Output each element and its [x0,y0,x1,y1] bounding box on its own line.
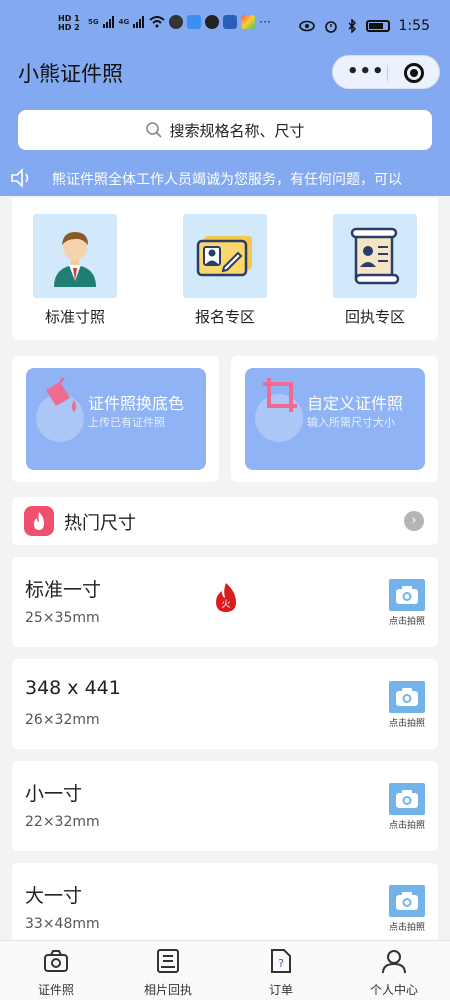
status-icons: 5G 4G ··· [88,15,271,29]
camera-icon [389,885,425,917]
category-registration[interactable]: 报名专区 [183,214,267,327]
more-dots-icon[interactable]: ••• [347,63,385,81]
camera-icon [16,947,96,975]
feature-title: 证件照换底色 [88,394,185,413]
status-bar: HD 1 HD 2 5G 4G ··· 1:55 [0,0,450,56]
more-notifications-icon: ··· [259,15,271,29]
feature-subtitle: 输入所需尺寸大小 [307,416,395,429]
search-placeholder: 搜索规格名称、尺寸 [169,121,305,140]
mini-program-capsule: ••• [332,55,440,89]
feature-card-wrapper: 证件照换底色 上传已有证件照 [12,356,219,482]
fire-badge-text: 火 [221,599,230,610]
tab-label: 相片回执 [143,983,192,997]
person-avatar-icon [54,232,96,287]
take-photo-button[interactable]: 点击拍照 [388,681,426,729]
take-photo-label: 点击拍照 [388,719,425,729]
speaker-icon [11,168,29,188]
alarm-icon [324,21,337,33]
scroll-receipt-icon [350,227,400,285]
tab-label: 订单 [268,983,293,997]
tab-label: 证件照 [37,983,74,997]
qq-notification-icon [205,15,220,29]
receipt-icon [128,947,208,975]
search-input[interactable]: 搜索规格名称、尺寸 [18,110,432,150]
cloud-notification-icon [187,15,202,29]
notice-bar[interactable]: 熊证件照全体工作人员竭诚为您服务，有任何问题，可以 [0,160,450,196]
bluetooth-icon [348,19,356,33]
size-row[interactable]: 大一寸 33×48mm 点击拍照 [12,863,438,940]
camera-icon [389,579,425,611]
signal-bars-icon [133,16,145,28]
bottom-tab-bar: 证件照 相片回执 ? 订单 个人中心 [0,940,450,1000]
take-photo-label: 点击拍照 [388,821,425,831]
hot-sizes-title: 热门尺寸 [64,513,136,534]
camera-icon [389,681,425,713]
hot-fire-badge-icon: 火 [216,583,236,612]
target-circle-icon[interactable] [404,63,424,83]
category-label: 回执专区 [344,308,405,326]
crop-icon [263,378,297,412]
svg-text:?: ? [278,957,284,970]
user-icon [354,947,434,975]
size-name: 小一寸 [25,783,83,805]
wifi-icon [149,16,165,28]
clock-time: 1:55 [398,18,430,34]
signal-bars-icon [102,16,114,28]
take-photo-button[interactable]: 点击拍照 [388,579,426,627]
flame-icon [24,506,54,536]
size-row[interactable]: 小一寸 22×32mm 点击拍照 [12,761,438,851]
app-title: 小熊证件照 [18,62,123,86]
size-name: 大一寸 [25,885,83,907]
tab-orders[interactable]: ? 订单 [241,947,321,998]
category-tile [33,214,117,298]
category-label: 报名专区 [194,308,255,326]
wechat-notification-icon [169,15,184,29]
category-standard-photo[interactable]: 标准寸照 [33,214,117,327]
id-card-icon [196,236,252,277]
category-tile [333,214,417,298]
signal-5g-icon: 5G [88,18,99,26]
eye-icon [298,20,315,32]
size-name: 348 x 441 [25,677,121,699]
category-label: 标准寸照 [44,308,105,326]
take-photo-button[interactable]: 点击拍照 [388,783,426,831]
feature-change-background[interactable]: 证件照换底色 上传已有证件照 [26,368,206,470]
tab-label: 个人中心 [369,983,418,997]
paint-bucket-icon [46,376,76,412]
category-tile [183,214,267,298]
take-photo-label: 点击拍照 [388,923,425,933]
feature-custom-size[interactable]: 自定义证件照 输入所需尺寸大小 [245,368,425,470]
search-icon [146,122,163,138]
feature-subtitle: 上传已有证件照 [88,416,165,429]
chevron-right-icon[interactable]: › [404,511,424,531]
battery-icon [365,20,390,32]
size-dimensions: 22×32mm [25,814,100,830]
order-document-icon: ? [241,947,321,975]
tab-profile[interactable]: 个人中心 [354,947,434,998]
hot-sizes-header[interactable]: 热门尺寸 › [12,497,438,545]
feature-title: 自定义证件照 [307,394,404,413]
gallery-notification-icon [223,15,238,29]
signal-4g-icon: 4G [118,18,130,26]
take-photo-button[interactable]: 点击拍照 [388,885,426,933]
category-card: 标准寸照 报名专区 回执专区 [12,198,438,340]
take-photo-label: 点击拍照 [388,617,425,627]
size-row[interactable]: 标准一寸 25×35mm 火 点击拍照 [12,557,438,647]
category-receipt[interactable]: 回执专区 [333,214,417,327]
size-name: 标准一寸 [25,579,102,601]
sim-indicator: HD 1 HD 2 [58,14,80,32]
app-notification-icon [241,15,256,29]
size-dimensions: 25×35mm [25,610,100,626]
size-dimensions: 26×32mm [25,712,100,728]
tab-photo-receipt[interactable]: 相片回执 [128,947,208,998]
capsule-divider [387,65,388,81]
feature-card-wrapper: 自定义证件照 输入所需尺寸大小 [231,356,438,482]
size-dimensions: 33×48mm [25,916,100,932]
camera-icon [389,783,425,815]
tab-id-photo[interactable]: 证件照 [16,947,96,998]
notice-text: 熊证件照全体工作人员竭诚为您服务，有任何问题，可以 [52,172,402,188]
size-row[interactable]: 348 x 441 26×32mm 点击拍照 [12,659,438,749]
